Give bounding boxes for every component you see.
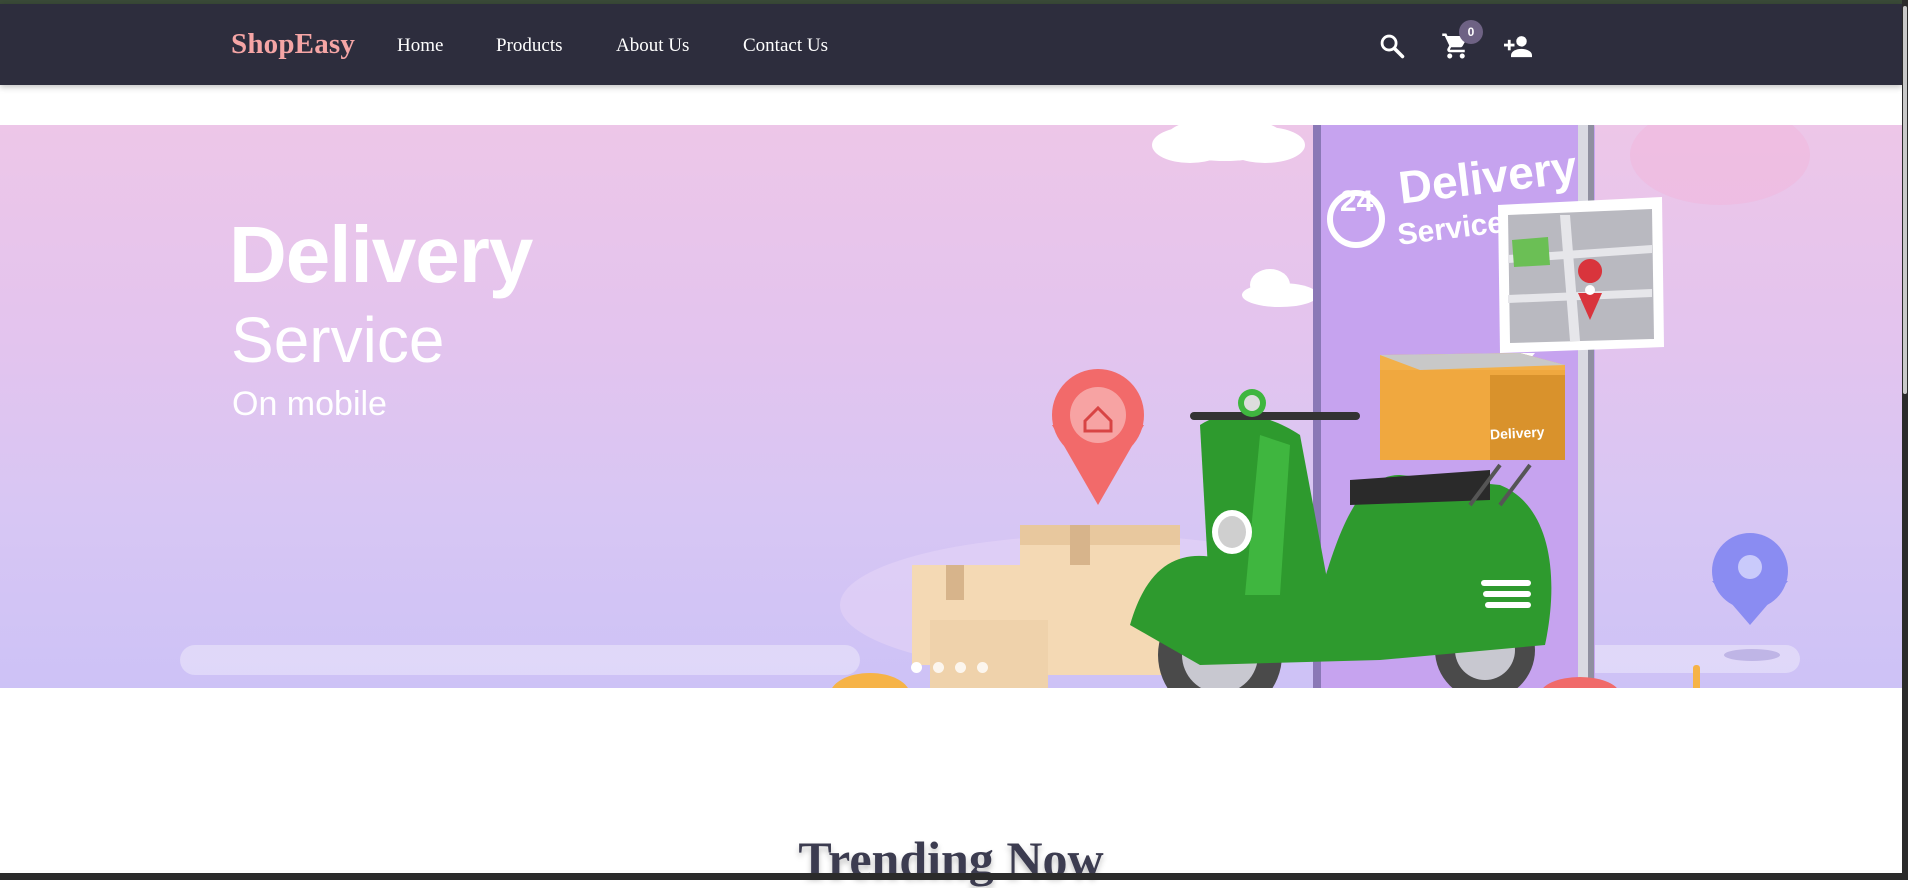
top-navbar: ShopEasy Home Products About Us Contact … — [0, 4, 1902, 85]
phone-24-badge: 24 — [1340, 185, 1374, 218]
cart-count-badge: 0 — [1459, 20, 1483, 44]
add-user-icon[interactable] — [1502, 32, 1534, 65]
hero-subtitle: Service — [231, 304, 445, 376]
nav-contact-link[interactable]: Contact Us — [743, 35, 828, 57]
nav-products-link[interactable]: Products — [496, 35, 563, 57]
hero-tagline: On mobile — [232, 385, 387, 423]
search-icon[interactable] — [1378, 32, 1406, 65]
carousel-dot-3[interactable] — [955, 662, 966, 673]
nav-about-link[interactable]: About Us — [616, 35, 689, 57]
nav-home-link[interactable]: Home — [397, 35, 443, 57]
hero-carousel[interactable]: Delivery Service On mobile 24 Delivery S… — [0, 125, 1902, 688]
scrollbar-thumb[interactable] — [1903, 6, 1907, 394]
hero-title: Delivery — [229, 210, 533, 299]
window-bottom-border — [0, 873, 1908, 880]
carousel-dot-4[interactable] — [977, 662, 988, 673]
carousel-dot-1[interactable] — [911, 662, 922, 673]
box-label: Delivery — [1489, 423, 1545, 443]
cloud-shape — [1152, 125, 1318, 307]
blue-pin — [1712, 533, 1788, 661]
home-pin — [1052, 369, 1144, 505]
brand-logo[interactable]: ShopEasy — [231, 28, 355, 61]
carousel-dot-2[interactable] — [933, 662, 944, 673]
